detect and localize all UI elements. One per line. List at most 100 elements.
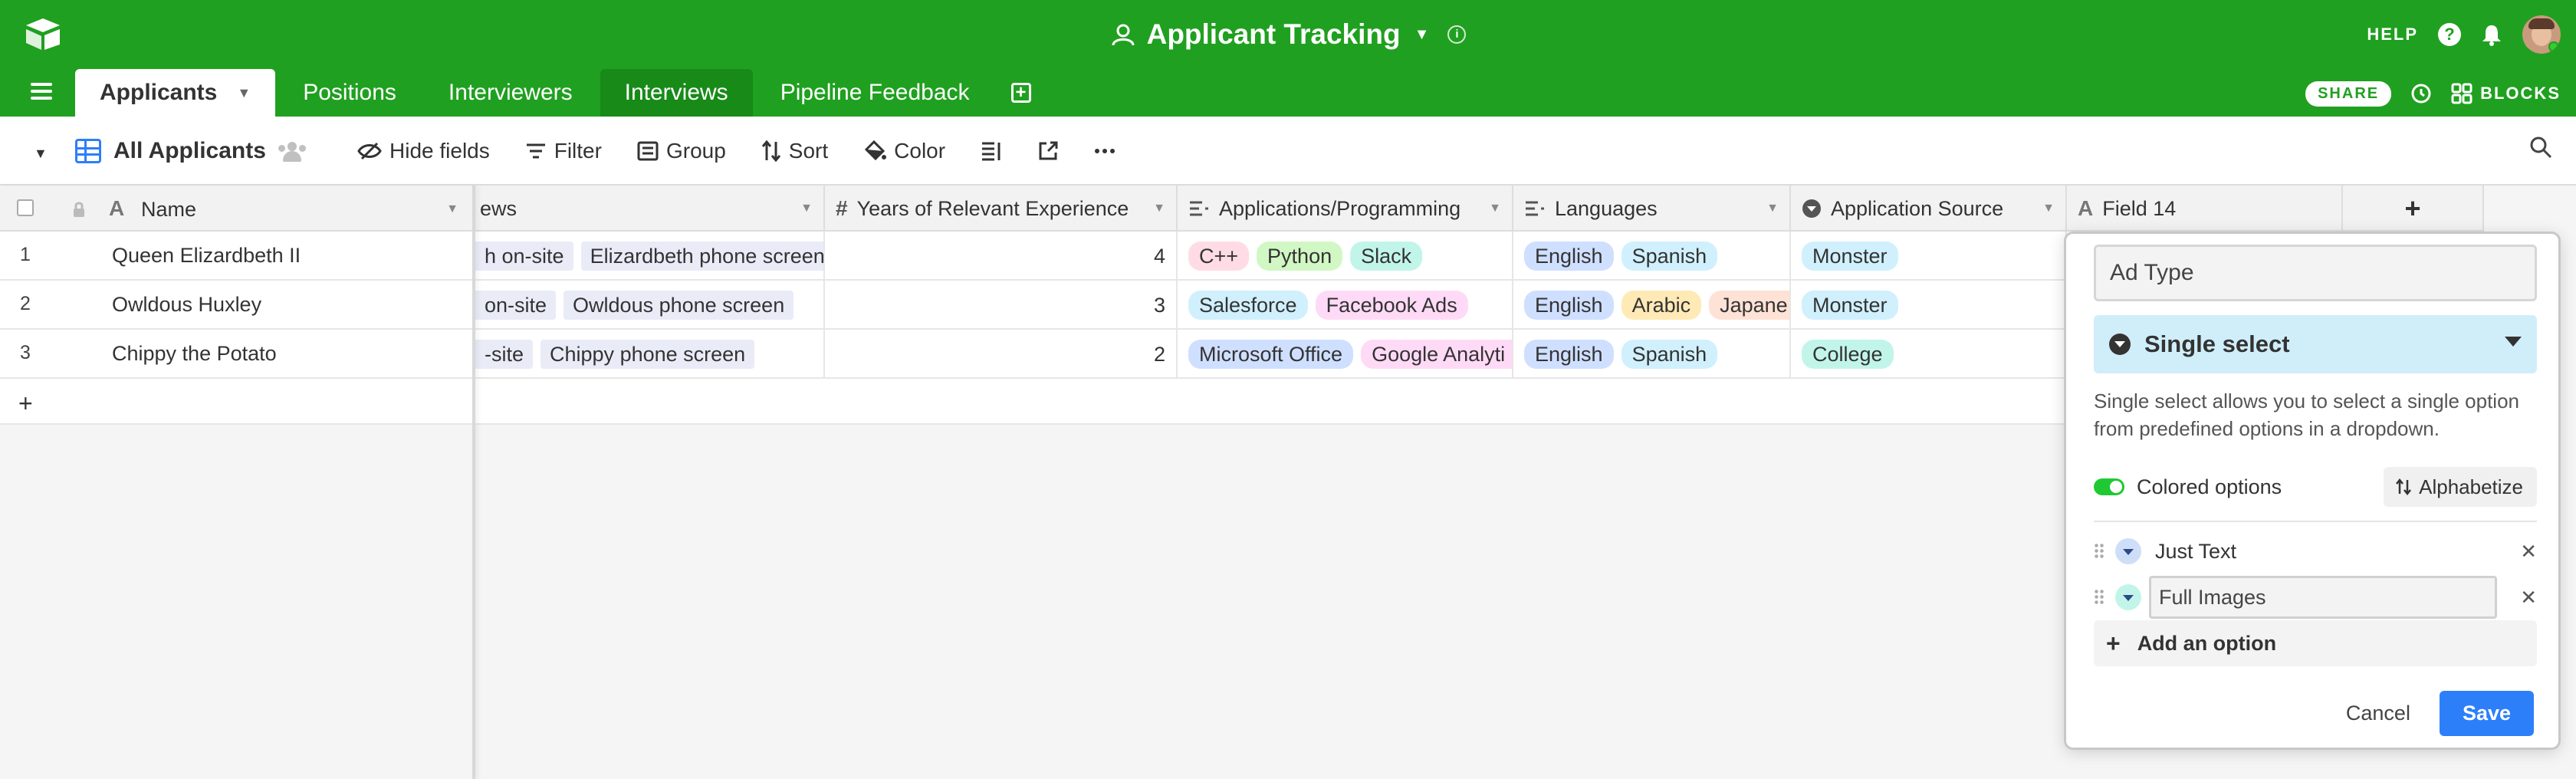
group-label: Group bbox=[665, 139, 726, 163]
languages-cell[interactable]: English Spanish bbox=[1513, 232, 1791, 281]
column-header-years[interactable]: # Years of Relevant Experience ▼ bbox=[825, 186, 1178, 232]
help-icon[interactable]: ? bbox=[2438, 23, 2461, 46]
linked-record[interactable]: h on-site bbox=[475, 242, 573, 271]
hide-fields-button[interactable]: Hide fields bbox=[357, 139, 490, 163]
drag-handle-icon[interactable] bbox=[2094, 543, 2104, 560]
cancel-button[interactable]: Cancel bbox=[2346, 702, 2410, 725]
colored-options-row: Colored options Alphabetize bbox=[2094, 465, 2537, 508]
views-sidebar-toggle-icon[interactable]: ▼ bbox=[34, 146, 48, 162]
tab-interviews[interactable]: Interviews bbox=[600, 69, 753, 117]
linked-record[interactable]: Owldous phone screen bbox=[564, 291, 794, 320]
column-header-interviews[interactable]: ews ▼ bbox=[475, 186, 825, 232]
plus-icon: + bbox=[2106, 629, 2121, 657]
tab-label: Pipeline Feedback bbox=[780, 80, 970, 105]
linked-record[interactable]: on-site bbox=[475, 291, 557, 320]
option-color-picker[interactable] bbox=[2115, 584, 2141, 610]
add-table-icon[interactable]: + bbox=[1010, 83, 1031, 103]
notification-bell-icon[interactable] bbox=[2481, 23, 2502, 46]
color-button[interactable]: Color bbox=[863, 139, 945, 163]
apps-cell[interactable]: C++ Python Slack bbox=[1178, 232, 1513, 281]
plus-icon: + bbox=[18, 390, 33, 417]
languages-cell[interactable]: English Spanish bbox=[1513, 330, 1791, 379]
column-menu-caret-icon[interactable]: ▼ bbox=[1153, 202, 1165, 215]
primary-row[interactable]: 3 Chippy the Potato bbox=[0, 330, 472, 379]
tab-positions[interactable]: Positions bbox=[278, 69, 421, 117]
base-people-icon bbox=[1112, 24, 1135, 46]
option-row: Just Text ✕ bbox=[2094, 528, 2537, 574]
option-name[interactable]: Just Text bbox=[2155, 540, 2236, 564]
blocks-button[interactable]: BLOCKS bbox=[2451, 83, 2561, 104]
primary-column-label[interactable]: Name bbox=[141, 198, 196, 222]
group-button[interactable]: Group bbox=[637, 139, 726, 163]
column-menu-caret-icon[interactable]: ▼ bbox=[1766, 202, 1779, 215]
grid-view-icon bbox=[75, 139, 101, 163]
linked-record[interactable]: -site bbox=[475, 340, 534, 369]
hide-fields-icon bbox=[357, 142, 382, 160]
source-cell[interactable]: College bbox=[1791, 330, 2067, 379]
option-name-input[interactable]: Full Images bbox=[2149, 576, 2497, 619]
help-label[interactable]: HELP bbox=[2367, 25, 2418, 44]
field-type-select[interactable]: Single select bbox=[2094, 315, 2537, 373]
column-menu-caret-icon[interactable]: ▼ bbox=[800, 202, 813, 215]
divider bbox=[2094, 521, 2537, 522]
remove-option-icon[interactable]: ✕ bbox=[2520, 540, 2537, 564]
tab-pipeline-feedback[interactable]: Pipeline Feedback bbox=[756, 69, 994, 117]
field-name-input[interactable]: Ad Type bbox=[2094, 245, 2537, 301]
apps-cell[interactable]: Salesforce Facebook Ads bbox=[1178, 281, 1513, 330]
chevron-down-icon bbox=[2505, 337, 2522, 347]
primary-row[interactable]: 2 Owldous Huxley bbox=[0, 281, 472, 330]
name-cell[interactable]: Owldous Huxley bbox=[112, 293, 261, 317]
name-cell[interactable]: Queen Elizardbeth II bbox=[112, 244, 301, 268]
add-record-button[interactable]: + bbox=[0, 379, 472, 425]
share-button[interactable]: SHARE bbox=[2305, 81, 2392, 107]
history-icon[interactable] bbox=[2410, 82, 2433, 105]
source-cell[interactable]: Monster bbox=[1791, 232, 2067, 281]
column-header-apps[interactable]: Applications/Programming ▼ bbox=[1178, 186, 1513, 232]
interviews-cell[interactable]: on-site Owldous phone screen bbox=[475, 281, 825, 330]
apps-cell[interactable]: Microsoft Office Google Analyti bbox=[1178, 330, 1513, 379]
years-cell[interactable]: 3 bbox=[825, 281, 1178, 330]
frozen-primary-column: A Name ▼ 1 Queen Elizardbeth II 2 Owldou… bbox=[0, 186, 475, 779]
filter-button[interactable]: Filter bbox=[525, 139, 602, 163]
source-cell[interactable]: Monster bbox=[1791, 281, 2067, 330]
option-color-picker[interactable] bbox=[2115, 538, 2141, 564]
search-icon[interactable] bbox=[2528, 135, 2553, 159]
column-menu-caret-icon[interactable]: ▼ bbox=[1489, 202, 1501, 215]
more-options-button[interactable] bbox=[1094, 148, 1116, 154]
save-button[interactable]: Save bbox=[2439, 691, 2534, 736]
interviews-cell[interactable]: -site Chippy phone screen bbox=[475, 330, 825, 379]
sort-button[interactable]: Sort bbox=[761, 139, 828, 163]
tab-applicants[interactable]: Applicants ▼ bbox=[75, 69, 276, 117]
column-header-languages[interactable]: Languages ▼ bbox=[1513, 186, 1791, 232]
name-cell[interactable]: Chippy the Potato bbox=[112, 342, 277, 366]
add-option-button[interactable]: + Add an option bbox=[2094, 620, 2537, 666]
column-header-source[interactable]: Application Source ▼ bbox=[1791, 186, 2067, 232]
select-all-checkbox[interactable] bbox=[17, 199, 34, 216]
primary-row[interactable]: 1 Queen Elizardbeth II bbox=[0, 232, 472, 281]
airtable-logo-icon[interactable] bbox=[23, 17, 63, 51]
tab-interviewers[interactable]: Interviewers bbox=[424, 69, 597, 117]
user-avatar[interactable] bbox=[2522, 15, 2561, 54]
years-cell[interactable]: 4 bbox=[825, 232, 1178, 281]
info-icon[interactable]: i bbox=[1447, 25, 1467, 44]
view-switcher[interactable]: All Applicants bbox=[75, 132, 306, 170]
add-field-button[interactable]: + bbox=[2343, 186, 2484, 232]
linked-record[interactable]: Chippy phone screen bbox=[540, 340, 755, 369]
row-height-button[interactable] bbox=[981, 141, 1002, 161]
share-view-button[interactable] bbox=[1037, 140, 1059, 162]
languages-cell[interactable]: English Arabic Japane bbox=[1513, 281, 1791, 330]
years-cell[interactable]: 2 bbox=[825, 330, 1178, 379]
tab-caret-icon[interactable]: ▼ bbox=[237, 85, 251, 101]
column-menu-caret-icon[interactable]: ▼ bbox=[2042, 202, 2055, 215]
column-header-field14[interactable]: A Field 14 bbox=[2067, 186, 2343, 232]
base-title-caret-icon[interactable]: ▼ bbox=[1414, 14, 1430, 55]
remove-option-icon[interactable]: ✕ bbox=[2520, 586, 2537, 610]
base-title[interactable]: Applicant Tracking bbox=[1147, 14, 1401, 55]
linked-record[interactable]: Elizardbeth phone screen bbox=[580, 242, 823, 271]
column-menu-caret-icon[interactable]: ▼ bbox=[446, 202, 458, 216]
drag-handle-icon[interactable] bbox=[2094, 589, 2104, 606]
interviews-cell[interactable]: h on-site Elizardbeth phone screen bbox=[475, 232, 825, 281]
menu-hamburger-icon[interactable] bbox=[31, 83, 52, 100]
alphabetize-button[interactable]: Alphabetize bbox=[2384, 467, 2537, 507]
colored-options-toggle[interactable] bbox=[2094, 478, 2124, 495]
